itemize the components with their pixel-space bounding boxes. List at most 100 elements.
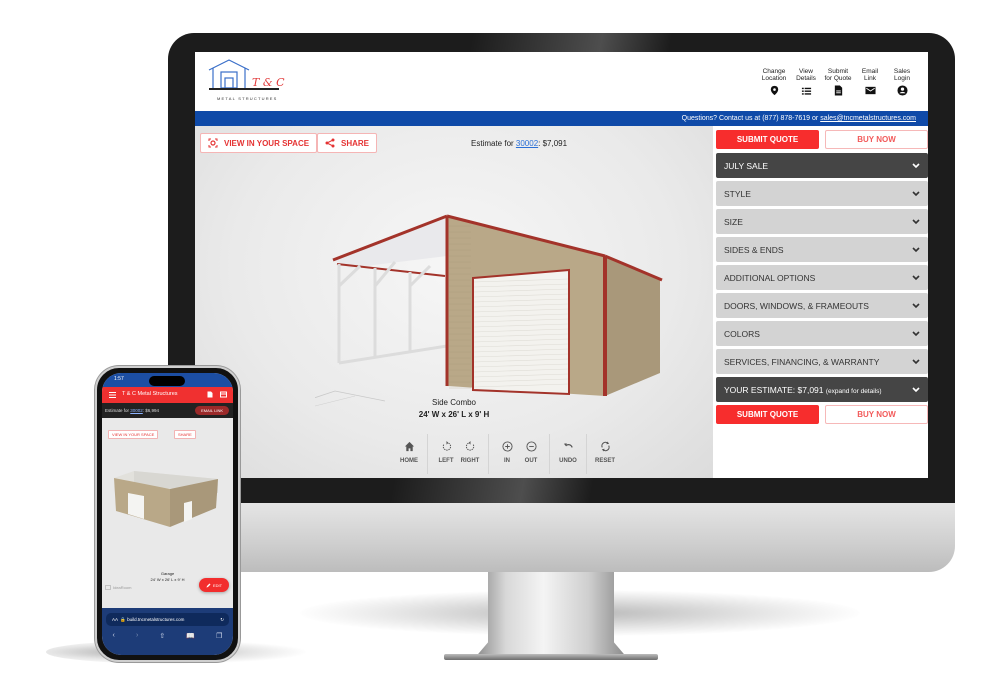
lean-to-frame bbox=[337, 261, 448, 365]
viewer-controls: HOME LEFT RIGHT IN OUT UNDO RESET bbox=[391, 434, 623, 474]
nav-label: Location bbox=[761, 75, 787, 82]
phone-model-name: Garage bbox=[160, 571, 175, 576]
buy-now-button-top[interactable]: BUY NOW bbox=[825, 130, 928, 149]
home-button[interactable]: HOME bbox=[397, 434, 421, 474]
nav-view-details[interactable]: View Details bbox=[794, 68, 818, 96]
chevron-down-icon bbox=[912, 302, 920, 308]
chevron-down-icon bbox=[912, 330, 920, 336]
accordion-doors-windows-frameouts[interactable]: DOORS, WINDOWS, & FRAMEOUTS bbox=[716, 293, 928, 318]
phone-email-link-button[interactable]: EMAIL LINK bbox=[195, 406, 229, 415]
accordion-july-sale[interactable]: JULY SALE bbox=[716, 153, 928, 178]
chevron-down-icon bbox=[912, 246, 920, 252]
phone-share-button[interactable]: SHARE bbox=[174, 430, 196, 439]
control-group-reset: RESET bbox=[586, 434, 623, 474]
submit-quote-button-bottom[interactable]: SUBMIT QUOTE bbox=[716, 405, 819, 424]
header-nav: Change Location View Details Submit for … bbox=[762, 68, 914, 96]
3d-viewer[interactable]: VIEW IN YOUR SPACE SHARE Estimate for 30… bbox=[195, 126, 713, 478]
undo-button[interactable]: UNDO bbox=[556, 434, 580, 474]
rotate-left-button[interactable]: LEFT bbox=[434, 434, 458, 474]
accordion-label: ADDITIONAL OPTIONS bbox=[724, 272, 816, 283]
forward-icon[interactable]: › bbox=[136, 632, 138, 640]
reset-icon bbox=[600, 441, 610, 452]
nav-email-link[interactable]: Email Link bbox=[858, 68, 882, 96]
contact-bar: Questions? Contact us at (877) 878-7619 … bbox=[195, 111, 928, 126]
nav-change-location[interactable]: Change Location bbox=[762, 68, 786, 96]
phone-estimate-prefix: Estimate for bbox=[105, 408, 131, 413]
nav-label: View bbox=[799, 68, 813, 75]
accordion-additional-options[interactable]: ADDITIONAL OPTIONS bbox=[716, 265, 928, 290]
zoom-in-button[interactable]: IN bbox=[495, 434, 519, 474]
nav-label: for Quote bbox=[824, 75, 852, 82]
accordion-style[interactable]: STYLE bbox=[716, 181, 928, 206]
accordion-services-financing-warranty[interactable]: SERVICES, FINANCING, & WARRANTY bbox=[716, 349, 928, 374]
control-group-undo: UNDO bbox=[549, 434, 586, 474]
model-dimensions: 24' W x 26' L x 9' H bbox=[418, 410, 490, 419]
control-group-home: HOME bbox=[391, 434, 427, 474]
options-accordion: JULY SALE STYLE SIZE SIDES & ENDS ADDITIONAL… bbox=[716, 153, 928, 374]
phone-app-title: T & C Metal Structures bbox=[122, 391, 178, 397]
zoom-out-button[interactable]: OUT bbox=[519, 434, 543, 474]
document-icon bbox=[834, 85, 842, 96]
accordion-sides-ends[interactable]: SIDES & ENDS bbox=[716, 237, 928, 262]
phone-edit-button[interactable]: EDIT bbox=[199, 578, 229, 592]
accordion-label: DOORS, WINDOWS, & FRAMEOUTS bbox=[724, 300, 869, 311]
reset-label: RESET bbox=[594, 458, 615, 464]
monitor-chin bbox=[168, 500, 955, 572]
phone-url-bar[interactable]: AA 🔒 build.tncmetalstructures.com ↻ bbox=[106, 613, 229, 626]
phone-view-in-space-button[interactable]: VIEW IN YOUR SPACE bbox=[108, 430, 159, 439]
rotate-right-button[interactable]: RIGHT bbox=[458, 434, 482, 474]
logo[interactable]: T & C METAL STRUCTURES bbox=[207, 58, 287, 104]
building-model[interactable] bbox=[315, 196, 675, 426]
sales-email-link[interactable]: sales@tncmetalstructures.com bbox=[820, 115, 916, 122]
phone-app-icons bbox=[207, 391, 227, 398]
idearoom-logo-icon bbox=[105, 585, 111, 590]
chevron-down-icon bbox=[912, 190, 920, 196]
reset-button[interactable]: RESET bbox=[593, 434, 617, 474]
bookmarks-icon[interactable]: 📖 bbox=[186, 632, 195, 640]
monitor-stand-base bbox=[444, 654, 658, 660]
zip-code-link[interactable]: 30002 bbox=[516, 139, 538, 148]
list-icon bbox=[801, 87, 811, 95]
share-icon[interactable]: ⇧ bbox=[159, 632, 165, 640]
view-in-your-space-button[interactable]: VIEW IN YOUR SPACE bbox=[200, 133, 318, 153]
accordion-colors[interactable]: COLORS bbox=[716, 321, 928, 346]
phone-viewer[interactable]: VIEW IN YOUR SPACE SHARE Garage 24' W x … bbox=[102, 418, 233, 608]
estimate-section-title: YOUR ESTIMATE: $7,091 (expand for detail… bbox=[724, 385, 882, 395]
dynamic-island bbox=[149, 376, 185, 386]
home-label: HOME bbox=[400, 458, 418, 464]
estimate-summary: Estimate for 30002: $7,091 bbox=[471, 139, 567, 148]
tabs-icon[interactable]: ❐ bbox=[216, 632, 222, 640]
share-label: SHARE bbox=[341, 138, 370, 148]
phone-status-bar: 1:57 bbox=[102, 373, 233, 387]
share-button[interactable]: SHARE bbox=[317, 133, 378, 153]
estimate-total: YOUR ESTIMATE: $7,091 bbox=[724, 384, 824, 395]
phone-edit-label: EDIT bbox=[212, 582, 223, 588]
submit-quote-button-top[interactable]: SUBMIT QUOTE bbox=[716, 130, 819, 149]
accordion-label: STYLE bbox=[724, 188, 751, 199]
back-icon[interactable]: ‹ bbox=[113, 632, 115, 640]
estimate-section[interactable]: YOUR ESTIMATE: $7,091 (expand for detail… bbox=[716, 377, 928, 402]
phone-zip-link[interactable]: 30002 bbox=[130, 408, 143, 413]
accordion-size[interactable]: SIZE bbox=[716, 209, 928, 234]
phone-view-in-space-label: VIEW IN YOUR SPACE bbox=[112, 432, 155, 437]
nav-sales-login[interactable]: Sales Login bbox=[890, 68, 914, 96]
nav-submit-for-quote[interactable]: Submit for Quote bbox=[824, 68, 852, 96]
accordion-label: JULY SALE bbox=[724, 160, 769, 171]
document-icon[interactable] bbox=[207, 391, 213, 398]
buy-now-button-bottom[interactable]: BUY NOW bbox=[825, 405, 928, 424]
card-icon[interactable] bbox=[220, 391, 227, 398]
phone-building-model[interactable] bbox=[110, 463, 228, 538]
idearoom-badge: IdeaRoom bbox=[105, 585, 131, 590]
hamburger-menu-icon[interactable] bbox=[109, 392, 116, 398]
accordion-label: COLORS bbox=[724, 328, 760, 339]
walk-door bbox=[184, 501, 192, 522]
chevron-down-icon bbox=[912, 358, 920, 364]
control-group-zoom: IN OUT bbox=[488, 434, 549, 474]
phone-share-label: SHARE bbox=[178, 432, 192, 437]
chevron-down-icon bbox=[912, 386, 920, 392]
reader-aa-button[interactable]: AA bbox=[112, 617, 118, 622]
nav-label: Details bbox=[796, 75, 816, 82]
phone-estimate-bar: Estimate for 30002: $6,994 EMAIL LINK bbox=[102, 403, 233, 418]
reload-icon[interactable]: ↻ bbox=[220, 613, 224, 626]
undo-label: UNDO bbox=[559, 458, 577, 464]
